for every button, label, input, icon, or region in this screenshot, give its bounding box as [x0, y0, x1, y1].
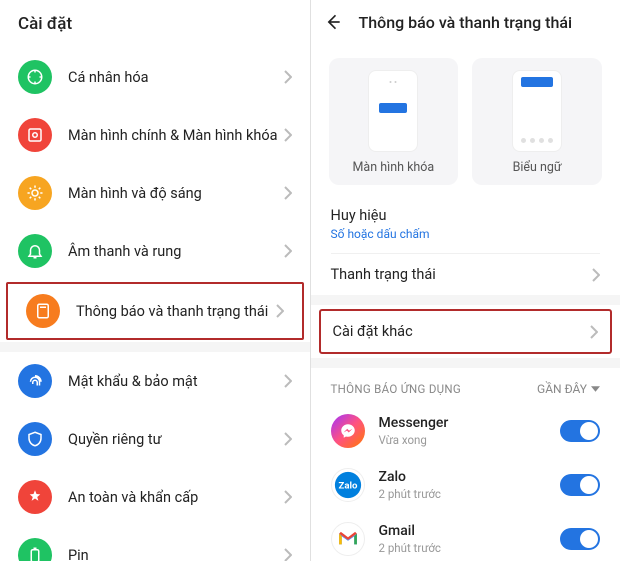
notifications-settings-pane: Thông báo và thanh trạng thái Màn hình k… [311, 0, 620, 561]
row-statusbar[interactable]: Thanh trạng thái [311, 254, 620, 295]
app-time: Vừa xong [379, 433, 561, 447]
app-row-zalo[interactable]: Zalo Zalo 2 phút trước [311, 458, 620, 512]
subpage-header: Thông báo và thanh trạng thái [311, 0, 620, 44]
app-row-gmail[interactable]: Gmail 2 phút trước [311, 512, 620, 561]
chevron-right-icon [284, 128, 292, 142]
row-subtitle: Số hoặc dấu chấm [331, 227, 601, 241]
fingerprint-icon [18, 364, 52, 398]
chevron-right-icon [284, 374, 292, 388]
section-divider [0, 342, 310, 352]
toggle-switch[interactable] [560, 528, 600, 550]
bell-icon [18, 234, 52, 268]
chevron-right-icon [284, 70, 292, 84]
chevron-right-icon [276, 304, 284, 318]
settings-item-display[interactable]: Màn hình và độ sáng [0, 164, 310, 222]
app-name: Zalo [379, 469, 561, 485]
app-name: Gmail [379, 523, 561, 539]
brightness-icon [18, 176, 52, 210]
chevron-right-icon [284, 432, 292, 446]
chevron-down-icon [591, 386, 600, 392]
style-card-banner[interactable]: Biểu ngữ [472, 58, 602, 185]
settings-pane: Cài đặt Cá nhân hóa Màn hình chính & Màn… [0, 0, 311, 561]
section-title: THÔNG BÁO ỨNG DỤNG [331, 382, 462, 396]
gmail-icon [331, 522, 365, 556]
home-screen-icon [18, 118, 52, 152]
settings-item-label: An toàn và khẩn cấp [68, 489, 284, 506]
section-divider [311, 295, 620, 305]
app-notifications-header: THÔNG BÁO ỨNG DỤNG GẦN ĐÂY [311, 368, 620, 404]
settings-item-security[interactable]: Mật khẩu & bảo mật [0, 352, 310, 410]
app-row-messenger[interactable]: Messenger Vừa xong [311, 404, 620, 458]
settings-item-privacy[interactable]: Quyền riêng tư [0, 410, 310, 468]
sort-button[interactable]: GẦN ĐÂY [537, 382, 600, 396]
banner-preview [512, 70, 562, 152]
toggle-switch[interactable] [560, 474, 600, 496]
settings-item-label: Pin [68, 547, 284, 561]
settings-item-label: Thông báo và thanh trạng thái [76, 303, 276, 320]
row-title: Huy hiệu [331, 207, 601, 224]
chevron-right-icon [284, 548, 292, 561]
settings-item-safety[interactable]: An toàn và khẩn cấp [0, 468, 310, 526]
section-divider [311, 358, 620, 368]
emergency-icon [18, 480, 52, 514]
zalo-icon: Zalo [331, 468, 365, 502]
settings-item-label: Màn hình chính & Màn hình khóa [68, 127, 284, 144]
battery-icon [18, 538, 52, 561]
chevron-right-icon [590, 325, 598, 339]
style-card-lockscreen[interactable]: Màn hình khóa [329, 58, 459, 185]
style-card-label: Biểu ngữ [513, 160, 562, 175]
settings-item-personalization[interactable]: Cá nhân hóa [0, 48, 310, 106]
notifications-scroll: Màn hình khóa Biểu ngữ Huy hiệu Số hoặc … [311, 44, 620, 561]
notifications-icon [26, 294, 60, 328]
toggle-switch[interactable] [560, 420, 600, 442]
app-time: 2 phút trước [379, 541, 561, 555]
app-time: 2 phút trước [379, 487, 561, 501]
row-title: Thanh trạng thái [331, 266, 593, 283]
row-other-settings[interactable]: Cài đặt khác [319, 309, 613, 354]
sort-label: GẦN ĐÂY [537, 382, 587, 396]
app-name: Messenger [379, 415, 561, 431]
chevron-right-icon [284, 186, 292, 200]
notification-style-chooser: Màn hình khóa Biểu ngữ [311, 44, 620, 195]
settings-item-label: Mật khẩu & bảo mật [68, 373, 284, 390]
chevron-right-icon [284, 490, 292, 504]
row-badge[interactable]: Huy hiệu Số hoặc dấu chấm [311, 195, 620, 253]
settings-item-label: Quyền riêng tư [68, 431, 284, 448]
settings-item-label: Màn hình và độ sáng [68, 185, 284, 202]
settings-item-label: Cá nhân hóa [68, 69, 284, 86]
settings-list: Cá nhân hóa Màn hình chính & Màn hình kh… [0, 48, 310, 561]
settings-item-sound[interactable]: Âm thanh và rung [0, 222, 310, 280]
shield-icon [18, 422, 52, 456]
messenger-icon [331, 414, 365, 448]
settings-item-label: Âm thanh và rung [68, 243, 284, 260]
subpage-title: Thông báo và thanh trạng thái [359, 13, 573, 32]
settings-item-home-lock[interactable]: Màn hình chính & Màn hình khóa [0, 106, 310, 164]
style-card-label: Màn hình khóa [353, 160, 435, 175]
svg-text:Zalo: Zalo [338, 481, 358, 492]
personalization-icon [18, 60, 52, 94]
page-title: Cài đặt [0, 0, 310, 48]
chevron-right-icon [284, 244, 292, 258]
settings-item-battery[interactable]: Pin [0, 526, 310, 561]
back-button[interactable] [321, 10, 345, 34]
row-title: Cài đặt khác [333, 323, 591, 340]
chevron-right-icon [592, 268, 600, 282]
lockscreen-preview [368, 70, 418, 152]
settings-item-notifications[interactable]: Thông báo và thanh trạng thái [6, 282, 304, 340]
